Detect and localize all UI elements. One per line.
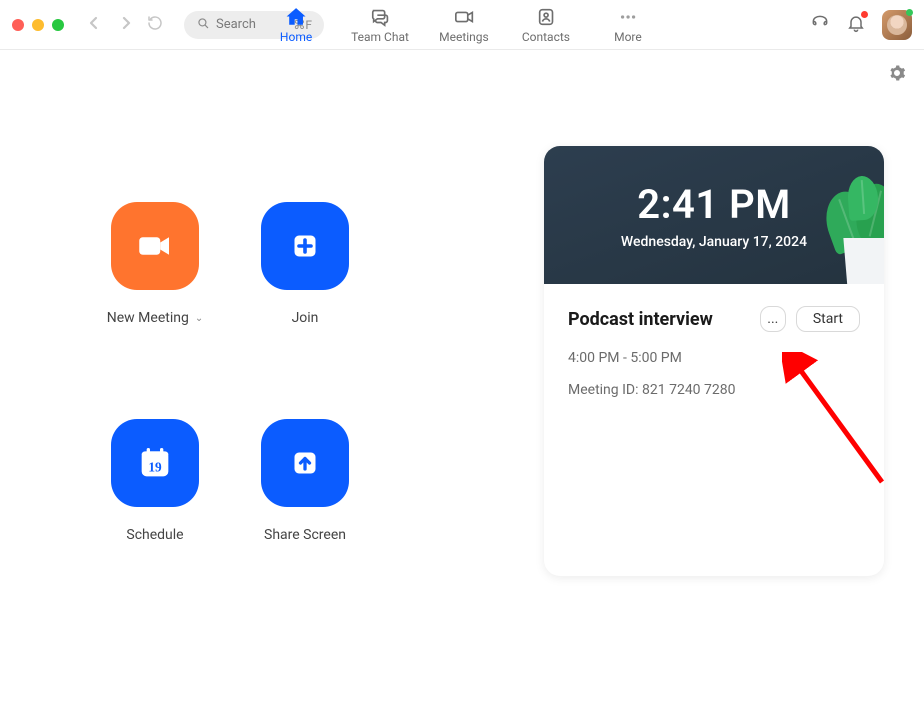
tab-contacts[interactable]: Contacts: [519, 6, 573, 44]
tab-home[interactable]: Home: [269, 6, 323, 44]
action-grid: New Meeting ⌄ Join 19 Schedule Share Scr…: [80, 202, 380, 576]
window-controls: [12, 19, 64, 31]
minimize-window-button[interactable]: [32, 19, 44, 31]
join-button[interactable]: [261, 202, 349, 290]
schedule-cell: 19 Schedule: [80, 419, 230, 576]
upcoming-panel: 2:41 PM Wednesday, January 17, 2024 Podc…: [544, 146, 884, 576]
notification-dot: [861, 11, 868, 18]
search-icon: [196, 16, 210, 34]
tab-contacts-label: Contacts: [522, 30, 570, 44]
meeting-time-range: 4:00 PM - 5:00 PM: [568, 350, 860, 366]
tab-meetings-label: Meetings: [439, 30, 489, 44]
nav-arrows: [88, 14, 132, 35]
meeting-head: Podcast interview ... Start: [568, 306, 860, 332]
avatar-image: [887, 15, 907, 35]
share-screen-button[interactable]: [261, 419, 349, 507]
meeting-id-value: 821 7240 7280: [642, 382, 736, 398]
schedule-button[interactable]: 19: [111, 419, 199, 507]
schedule-label: Schedule: [126, 527, 183, 543]
screen-share-top-icon[interactable]: [810, 13, 830, 37]
meeting-card: Podcast interview ... Start 4:00 PM - 5:…: [544, 284, 884, 398]
close-window-button[interactable]: [12, 19, 24, 31]
meeting-title: Podcast interview: [568, 309, 750, 330]
meeting-start-label: Start: [813, 311, 843, 327]
main-content: New Meeting ⌄ Join 19 Schedule Share Scr…: [0, 86, 924, 576]
main-tabs: Home Team Chat Meetings Contacts More: [269, 0, 655, 49]
search-placeholder: Search: [216, 17, 256, 32]
meeting-start-button[interactable]: Start: [796, 306, 860, 332]
tab-home-label: Home: [280, 30, 312, 44]
share-screen-cell: Share Screen: [230, 419, 380, 576]
tab-meetings[interactable]: Meetings: [437, 6, 491, 44]
history-icon[interactable]: [146, 14, 164, 36]
svg-text:19: 19: [148, 459, 162, 474]
titlebar: Search ⌘F Home Team Chat Meetings Contac…: [0, 0, 924, 50]
forward-button[interactable]: [120, 14, 132, 35]
topbar-right: [810, 10, 912, 40]
notifications-icon[interactable]: [846, 13, 866, 37]
plant-illustration: [812, 162, 884, 284]
new-meeting-label: New Meeting: [107, 310, 189, 326]
join-label: Join: [292, 310, 319, 326]
tab-team-chat[interactable]: Team Chat: [351, 6, 409, 44]
gear-row: [0, 50, 924, 86]
current-date: Wednesday, January 17, 2024: [621, 234, 807, 250]
new-meeting-cell: New Meeting ⌄: [80, 202, 230, 359]
back-button[interactable]: [88, 14, 100, 35]
chevron-down-icon: ⌄: [195, 313, 203, 324]
share-screen-label: Share Screen: [264, 527, 346, 543]
new-meeting-button[interactable]: [111, 202, 199, 290]
maximize-window-button[interactable]: [52, 19, 64, 31]
tab-more[interactable]: More: [601, 6, 655, 44]
clock-header: 2:41 PM Wednesday, January 17, 2024: [544, 146, 884, 284]
current-time: 2:41 PM: [637, 181, 791, 228]
tab-team-chat-label: Team Chat: [351, 30, 409, 44]
meeting-more-label: ...: [767, 311, 778, 327]
new-meeting-label-row[interactable]: New Meeting ⌄: [107, 310, 203, 326]
meeting-more-button[interactable]: ...: [760, 306, 786, 332]
join-cell: Join: [230, 202, 380, 359]
presence-dot: [906, 9, 913, 16]
meeting-id-label: Meeting ID:: [568, 382, 639, 398]
settings-icon[interactable]: [888, 64, 906, 86]
meeting-id-row: Meeting ID: 821 7240 7280: [568, 382, 860, 398]
tab-more-label: More: [614, 30, 642, 44]
avatar[interactable]: [882, 10, 912, 40]
